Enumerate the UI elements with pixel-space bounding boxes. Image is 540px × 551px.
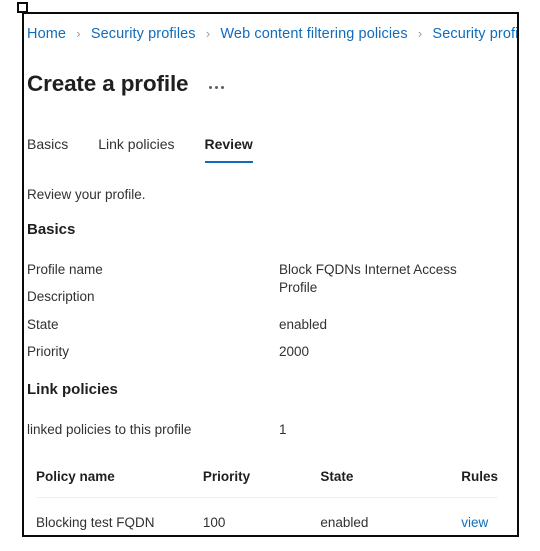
review-label-linked-policies: linked policies to this profile [27, 422, 192, 437]
breadcrumb-item-security-profiles-2[interactable]: Security profiles [432, 26, 517, 42]
cell-state: enabled [320, 497, 462, 535]
linked-policies-table: Policy name Priority State Rules Blockin… [36, 464, 498, 535]
table-header-row: Policy name Priority State Rules [36, 464, 498, 498]
ellipsis-dot [209, 86, 213, 90]
column-header-state[interactable]: State [320, 464, 462, 498]
cell-policy-name: Blocking test FQDN [36, 497, 203, 535]
breadcrumb-separator-icon: › [205, 26, 211, 41]
blade-frame: Home › Security profiles › Web content f… [22, 12, 519, 537]
breadcrumb-separator-icon: › [417, 26, 423, 41]
section-heading-basics: Basics [27, 221, 76, 238]
review-label-description: Description [27, 289, 95, 304]
column-header-rules[interactable]: Rules [461, 464, 498, 498]
review-label-profile-name: Profile name [27, 262, 103, 277]
review-value-profile-name: Block FQDNs Internet Access Profile [279, 262, 457, 295]
ellipsis-dot [215, 86, 219, 90]
page-title: Create a profile [27, 71, 189, 97]
breadcrumb-item-home[interactable]: Home [27, 26, 66, 42]
column-header-policy-name[interactable]: Policy name [36, 464, 203, 498]
screenshot-root: Home › Security profiles › Web content f… [0, 0, 540, 551]
blade-content: Home › Security profiles › Web content f… [24, 14, 517, 535]
ellipsis-dot [221, 86, 225, 90]
table-body: Blocking test FQDN 100 enabled view [36, 497, 498, 535]
cell-priority: 100 [202, 497, 321, 535]
table-header: Policy name Priority State Rules [36, 464, 498, 498]
breadcrumb-item-security-profiles[interactable]: Security profiles [91, 26, 196, 42]
more-actions-icon[interactable] [207, 83, 226, 92]
tab-basics[interactable]: Basics [27, 135, 84, 163]
selection-handle[interactable] [17, 2, 28, 13]
tab-review[interactable]: Review [204, 135, 269, 163]
section-heading-link-policies: Link policies [27, 381, 118, 398]
breadcrumb: Home › Security profiles › Web content f… [27, 25, 517, 43]
page-header: Create a profile [27, 54, 226, 114]
cell-rules-view-link[interactable]: view [461, 497, 498, 535]
review-intro-text: Review your profile. [27, 187, 146, 202]
review-value-priority: 2000 [279, 344, 310, 359]
tab-link-policies[interactable]: Link policies [98, 135, 190, 163]
review-label-priority: Priority [27, 344, 70, 359]
table-row: Blocking test FQDN 100 enabled view [36, 497, 498, 535]
breadcrumb-item-web-content-filtering-policies[interactable]: Web content filtering policies [220, 26, 407, 42]
review-label-state: State [27, 317, 59, 332]
review-value-linked-policies: 1 [279, 422, 287, 437]
wizard-tabs: Basics Link policies Review [27, 135, 283, 163]
breadcrumb-separator-icon: › [76, 26, 81, 41]
column-header-priority[interactable]: Priority [202, 464, 321, 498]
review-value-state: enabled [279, 317, 328, 332]
